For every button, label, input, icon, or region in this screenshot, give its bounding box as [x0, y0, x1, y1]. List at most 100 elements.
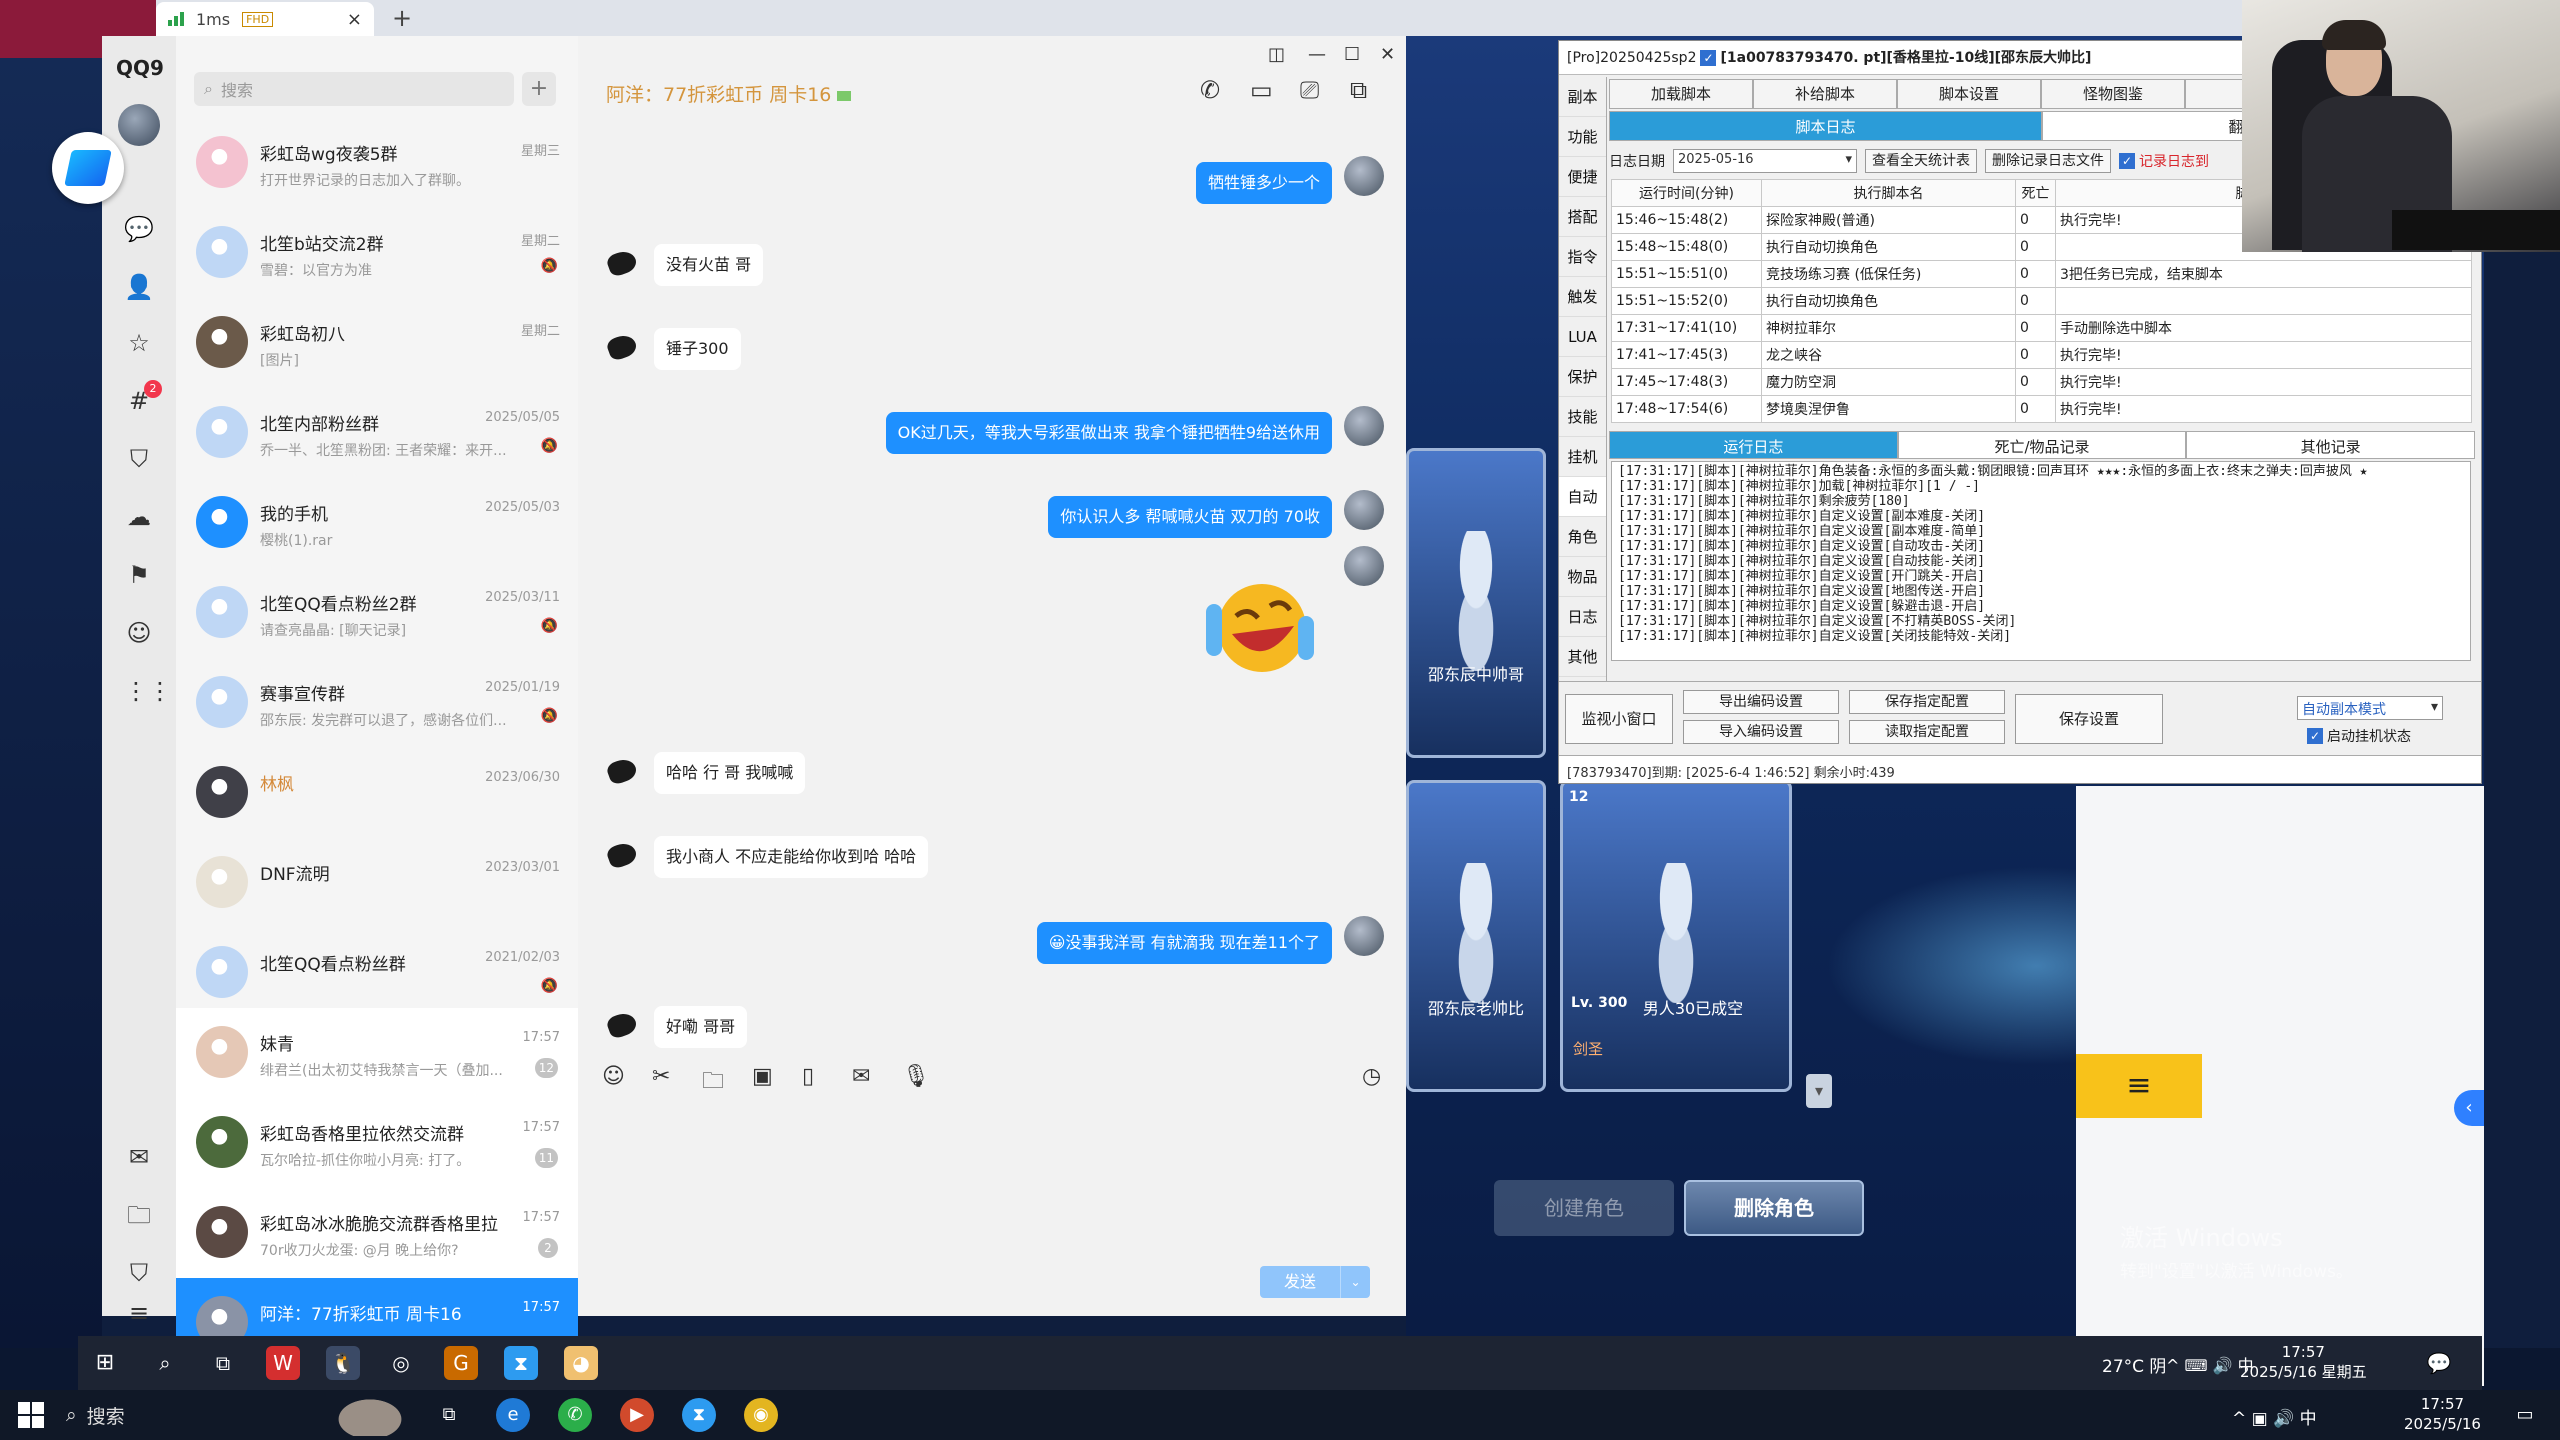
- side-tab[interactable]: 日志: [1559, 597, 1606, 637]
- browser-tab[interactable]: 1ms FHD ×: [156, 2, 374, 36]
- message-bubble[interactable]: 锤子300: [654, 328, 741, 370]
- export-config-button[interactable]: 导出编码设置: [1683, 690, 1839, 714]
- menu-icon[interactable]: ≡: [124, 1298, 154, 1328]
- table-row[interactable]: 15:51~15:51(0) 竞技场练习赛 (低保任务) 0 3把任务已完成，结束脚本: [1611, 260, 2472, 288]
- clock[interactable]: 17:57 2025/5/16: [2404, 1394, 2481, 1434]
- search-input[interactable]: ⌕ 搜索: [194, 72, 514, 106]
- close-icon[interactable]: ×: [347, 9, 362, 30]
- avatar[interactable]: [602, 754, 642, 794]
- task-view-icon[interactable]: ⧉: [432, 1398, 466, 1432]
- mode-select[interactable]: 自动副本模式 ▾: [2297, 696, 2443, 720]
- edge-icon[interactable]: e: [496, 1398, 530, 1432]
- favorites-icon[interactable]: ⛉: [124, 1258, 154, 1288]
- game-icon[interactable]: ◉: [744, 1398, 778, 1432]
- list-item[interactable]: 彩虹岛初八 [图片] 星期二: [176, 298, 578, 388]
- auto-hang-checkbox[interactable]: ✓ 启动挂机状态: [2307, 726, 2411, 746]
- message-bubble[interactable]: 哈哈 行 哥 我喊喊: [654, 752, 806, 794]
- windows-start-icon[interactable]: ⊞: [88, 1346, 122, 1380]
- notification-icon[interactable]: ▭: [2508, 1398, 2542, 1432]
- top-tab[interactable]: 脚本设置: [1897, 79, 2041, 109]
- chevron-left-icon[interactable]: ‹: [2454, 1090, 2484, 1126]
- list-item[interactable]: 北笙QQ看点粉丝2群 请查亮晶晶: [聊天记录] 2025/03/11 🔕: [176, 568, 578, 658]
- list-item[interactable]: 北笙内部粉丝群 乔一半、北笙黑粉团: 王者荣耀：来开... 2025/05/05 🔕: [176, 388, 578, 478]
- tencent-icon[interactable]: ☺: [124, 618, 154, 648]
- table-row[interactable]: 17:45~17:48(3) 魔力防空洞 0 执行完毕!: [1611, 368, 2472, 396]
- avatar[interactable]: [1344, 490, 1384, 530]
- search-icon[interactable]: ⌕: [148, 1346, 182, 1380]
- game-icon[interactable]: ⚑: [124, 560, 154, 590]
- bookmark-icon[interactable]: ⛉: [124, 444, 154, 474]
- weather[interactable]: 27°C 阴: [2102, 1352, 2166, 1377]
- message-bubble[interactable]: 没有火苗 哥: [654, 244, 764, 286]
- media-icon[interactable]: ▶: [620, 1398, 654, 1432]
- side-tab[interactable]: 挂机: [1559, 437, 1606, 477]
- title-checkbox[interactable]: ✓: [1700, 50, 1717, 66]
- character-card-1[interactable]: 邵东辰中帅哥: [1406, 448, 1546, 758]
- side-tab[interactable]: 保护: [1559, 357, 1606, 397]
- list-item[interactable]: 北笙b站交流2群 雪碧：以官方为准 星期二 🔕: [176, 208, 578, 298]
- tab-death-items[interactable]: 死亡/物品记录: [1897, 431, 2187, 459]
- pin-icon[interactable]: ◫: [1268, 44, 1285, 65]
- video-icon[interactable]: ▭: [1250, 76, 1273, 104]
- list-item[interactable]: DNF流明 2023/03/01: [176, 838, 578, 928]
- table-row[interactable]: 15:51~15:52(0) 执行自动切换角色 0: [1611, 287, 2472, 315]
- vibrate-icon[interactable]: ▯: [802, 1064, 814, 1089]
- history-icon[interactable]: ◷: [1362, 1064, 1381, 1089]
- side-tab[interactable]: 搭配: [1559, 197, 1606, 237]
- character-card-2[interactable]: 邵东辰老帅比: [1406, 780, 1546, 1092]
- clock[interactable]: 17:57 2025/5/16 星期五: [2240, 1342, 2367, 1382]
- delete-character-button[interactable]: 删除角色: [1684, 1180, 1864, 1236]
- list-item[interactable]: 彩虹岛冰冰脆脆交流群香格里拉 70r收刀火龙蛋: @月 晚上给你? 17:57 2: [176, 1188, 578, 1278]
- message-bubble[interactable]: OK过几天，等我大号彩蛋做出来 我拿个锤把牺牲9给送休用: [885, 412, 1332, 454]
- image-icon[interactable]: ▣: [752, 1064, 773, 1089]
- avatar[interactable]: [602, 246, 642, 286]
- avatar[interactable]: [602, 838, 642, 878]
- side-tab[interactable]: 物品: [1559, 557, 1606, 597]
- table-row[interactable]: 17:31~17:41(10) 神树拉菲尔 0 手动删除选中脚本: [1611, 314, 2472, 342]
- contacts-icon[interactable]: 👤: [124, 272, 154, 302]
- message-bubble[interactable]: 你认识人多 帮喊喊火苗 双刀的 70收: [1048, 496, 1332, 538]
- scissors-icon[interactable]: ✂: [652, 1064, 670, 1089]
- tab-script-log[interactable]: 脚本日志: [1609, 111, 2042, 141]
- mail-icon[interactable]: ✉: [124, 1142, 154, 1172]
- message-icon[interactable]: 💬: [124, 214, 154, 244]
- avatar[interactable]: [118, 104, 160, 146]
- side-tab[interactable]: 角色: [1559, 517, 1606, 557]
- app-float-logo[interactable]: [52, 132, 124, 204]
- save-settings-button[interactable]: 保存设置: [2015, 694, 2163, 744]
- side-tab[interactable]: 功能: [1559, 117, 1606, 157]
- folder-icon[interactable]: 🗀: [702, 1064, 724, 1102]
- list-item[interactable]: 彩虹岛香格里拉依然交流群 瓦尔哈拉-抓住你啦小月亮: 打了。 17:57 11: [176, 1098, 578, 1188]
- date-select[interactable]: 2025-05-16 ▾: [1673, 149, 1857, 173]
- browser-icon[interactable]: ◎: [384, 1346, 418, 1380]
- qq-icon[interactable]: 🐧: [326, 1346, 360, 1380]
- wechat-icon[interactable]: ✆: [558, 1398, 592, 1432]
- top-tab[interactable]: 怪物图鉴: [2041, 79, 2185, 109]
- save-spec-config-button[interactable]: 保存指定配置: [1849, 690, 2005, 714]
- menu-icon[interactable]: ≡: [2076, 1054, 2202, 1118]
- character-card-3[interactable]: 12 男人30已成空 Lv. 300 剑圣: [1560, 780, 1792, 1092]
- remote-icon[interactable]: ⧉: [1350, 76, 1367, 104]
- table-row[interactable]: 17:41~17:45(3) 龙之峡谷 0 执行完毕!: [1611, 341, 2472, 369]
- tab-other-records[interactable]: 其他记录: [2186, 431, 2476, 459]
- list-item[interactable]: 林枫 2023/06/30: [176, 748, 578, 838]
- close-icon[interactable]: ✕: [1380, 44, 1395, 65]
- game-launcher-icon[interactable]: G: [444, 1346, 478, 1380]
- message-bubble[interactable]: 😀没事我洋哥 有就滴我 现在差11个了: [1036, 922, 1332, 964]
- system-tray[interactable]: ^ ▣ 🔊 中: [2232, 1404, 2317, 1429]
- app-icon[interactable]: ⧗: [682, 1398, 716, 1432]
- screen-share-icon[interactable]: ⎚: [1300, 76, 1319, 104]
- list-item[interactable]: 我的手机 樱桃(1).rar 2025/05/03: [176, 478, 578, 568]
- chevron-down-icon[interactable]: ⌄: [1340, 1266, 1370, 1298]
- side-tab[interactable]: 触发: [1559, 277, 1606, 317]
- send-button[interactable]: 发送: [1260, 1266, 1340, 1298]
- avatar[interactable]: [602, 330, 642, 370]
- avatar[interactable]: [602, 1008, 642, 1048]
- side-tab[interactable]: 其他: [1559, 637, 1606, 677]
- top-tab[interactable]: 补给脚本: [1753, 79, 1897, 109]
- phone-icon[interactable]: ✆: [1200, 76, 1220, 104]
- message-bubble[interactable]: 我小商人 不应走能给你收到哈 哈哈: [654, 836, 929, 878]
- side-tab[interactable]: 便捷: [1559, 157, 1606, 197]
- avatar[interactable]: [1344, 546, 1384, 586]
- tab-run-log[interactable]: 运行日志: [1609, 431, 1898, 459]
